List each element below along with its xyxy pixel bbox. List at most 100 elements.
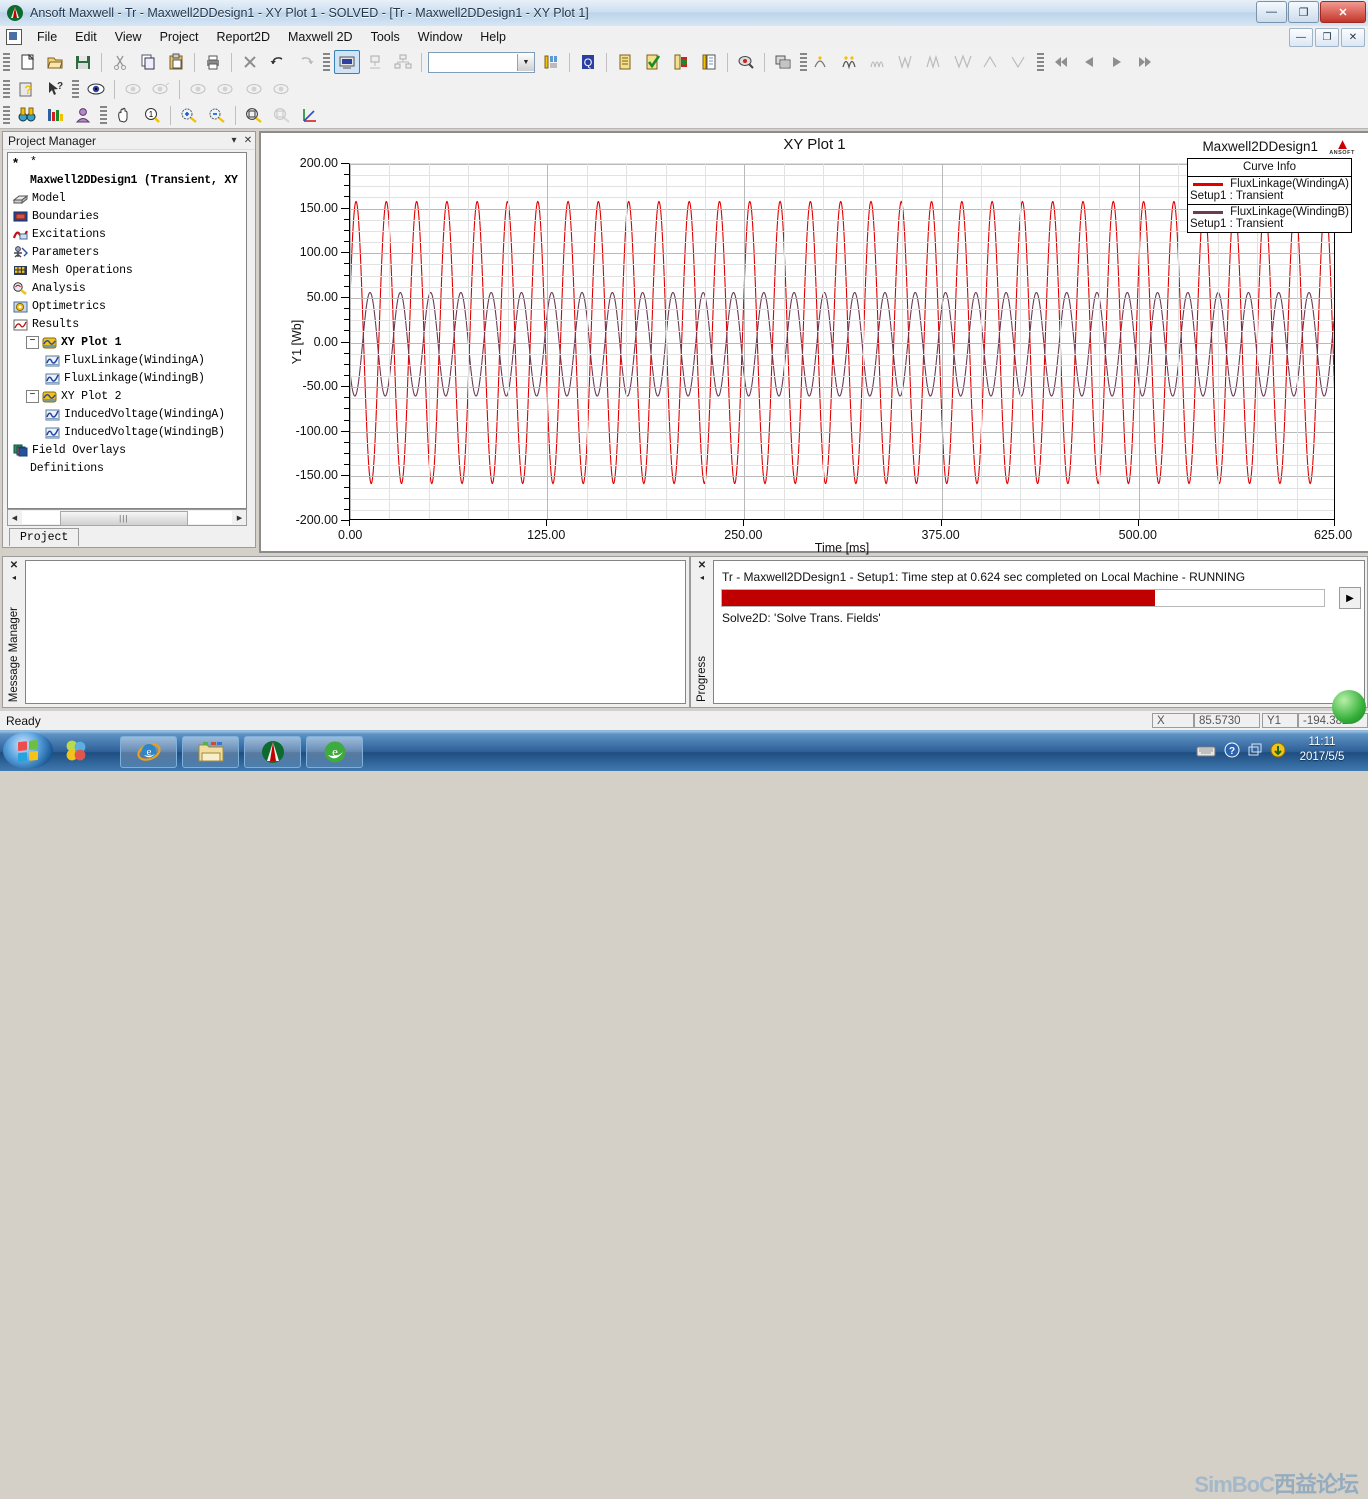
tree-node-9[interactable]: Results: [8, 315, 246, 333]
undo-icon[interactable]: [265, 50, 291, 74]
chevron-down-icon[interactable]: ▾: [227, 135, 241, 146]
menu-edit[interactable]: Edit: [66, 28, 106, 46]
report-icon[interactable]: [696, 50, 722, 74]
copy-icon[interactable]: [135, 50, 161, 74]
menu-window[interactable]: Window: [409, 28, 471, 46]
window-restore-tray-icon[interactable]: [1248, 743, 1262, 760]
collapse-icon[interactable]: ◂: [700, 573, 704, 582]
menu-view[interactable]: View: [106, 28, 151, 46]
binoculars-icon[interactable]: [14, 103, 40, 127]
quick-launch-icon[interactable]: [58, 736, 94, 766]
keyboard-layout-icon[interactable]: [1196, 743, 1216, 760]
tree-node-17[interactable]: Definitions: [8, 459, 246, 477]
close-icon[interactable]: ✕: [241, 135, 255, 146]
menu-maxwell2d[interactable]: Maxwell 2D: [279, 28, 362, 46]
tree-node-5[interactable]: Parameters: [8, 243, 246, 261]
waveform-wide-w-icon[interactable]: [951, 50, 977, 74]
rotate-view-alt-icon[interactable]: [148, 77, 174, 101]
open-folder-icon[interactable]: [42, 50, 68, 74]
toolbar-grip[interactable]: [100, 105, 107, 125]
field-probe-icon[interactable]: [733, 50, 759, 74]
pan-view-icon[interactable]: [185, 77, 211, 101]
color-bars-icon[interactable]: [42, 103, 68, 127]
toolbar-grip[interactable]: [3, 52, 10, 72]
tree-node-2[interactable]: Model: [8, 189, 246, 207]
rotate-view-icon[interactable]: [120, 77, 146, 101]
waveform-caret-down-icon[interactable]: [1007, 50, 1033, 74]
toolbar-grip[interactable]: [1037, 52, 1044, 72]
zoom-in-icon[interactable]: [176, 103, 202, 127]
mdi-restore-button[interactable]: ❐: [1315, 28, 1339, 47]
waveform-peak-icon[interactable]: [811, 50, 837, 74]
edit-variables-icon[interactable]: [538, 50, 564, 74]
save-icon[interactable]: [70, 50, 96, 74]
toolbar-grip[interactable]: [800, 52, 807, 72]
delete-icon[interactable]: [237, 50, 263, 74]
play-icon[interactable]: [1104, 50, 1130, 74]
tree-node-14[interactable]: InducedVoltage(WindingA): [8, 405, 246, 423]
new-file-icon[interactable]: [14, 50, 40, 74]
mdi-minimize-button[interactable]: —: [1289, 28, 1313, 47]
step-back-icon[interactable]: [1076, 50, 1102, 74]
dynamic-rotate-icon[interactable]: [213, 77, 239, 101]
print-icon[interactable]: [200, 50, 226, 74]
message-list[interactable]: [25, 560, 686, 704]
skip-forward-icon[interactable]: [1132, 50, 1158, 74]
fit-view-icon[interactable]: [269, 77, 295, 101]
project-tab[interactable]: Project: [9, 528, 80, 546]
collapse-icon[interactable]: ◂: [12, 573, 16, 582]
redo-icon[interactable]: [293, 50, 319, 74]
tree-node-0[interactable]: * *: [8, 153, 246, 171]
validate-icon[interactable]: [640, 50, 666, 74]
tree-node-10[interactable]: − XY Plot 1: [8, 333, 246, 351]
remote-machine-icon[interactable]: [362, 50, 388, 74]
scroll-left-arrow-icon[interactable]: ◀: [8, 511, 21, 524]
tree-node-8[interactable]: Optimetrics: [8, 297, 246, 315]
measure-icon[interactable]: 1: [139, 103, 165, 127]
tree-node-7[interactable]: Analysis: [8, 279, 246, 297]
person-icon[interactable]: [70, 103, 96, 127]
fit-selection-icon[interactable]: [269, 103, 295, 127]
fit-all-icon[interactable]: [241, 103, 267, 127]
taskbar-app-file-explorer[interactable]: [182, 736, 239, 768]
scroll-right-arrow-icon[interactable]: ▶: [233, 511, 246, 524]
chevron-down-icon[interactable]: ▼: [517, 53, 534, 71]
waveform-m-icon[interactable]: [923, 50, 949, 74]
skip-back-icon[interactable]: [1048, 50, 1074, 74]
taskbar-clock[interactable]: 11:11 2017/5/5: [1290, 735, 1354, 765]
results-table-icon[interactable]: [770, 50, 796, 74]
update-tray-icon[interactable]: [1270, 742, 1286, 761]
pan-hand-icon[interactable]: [111, 103, 137, 127]
window-close-button[interactable]: ✕: [1320, 1, 1366, 23]
waveform-double-peak-icon[interactable]: [839, 50, 865, 74]
tree-node-15[interactable]: InducedVoltage(WindingB): [8, 423, 246, 441]
view-eye-icon[interactable]: [83, 77, 109, 101]
menu-file[interactable]: File: [28, 28, 66, 46]
tree-node-6[interactable]: Mesh Operations: [8, 261, 246, 279]
paste-icon[interactable]: [163, 50, 189, 74]
tree-node-1[interactable]: Maxwell2DDesign1 (Transient, XY: [8, 171, 246, 189]
validation-check-icon[interactable]: Q: [575, 50, 601, 74]
distributed-machines-icon[interactable]: [390, 50, 416, 74]
cut-icon[interactable]: [107, 50, 133, 74]
scrollbar-track[interactable]: |||: [22, 511, 232, 526]
taskbar-app-ansoft-maxwell[interactable]: [244, 736, 301, 768]
toolbar-grip[interactable]: [3, 79, 10, 99]
waveform-multi-icon[interactable]: [867, 50, 893, 74]
toolbar-grip[interactable]: [323, 52, 330, 72]
help-tray-icon[interactable]: ?: [1224, 742, 1240, 761]
taskbar-app-edge-browser[interactable]: e: [306, 736, 363, 768]
window-minimize-button[interactable]: —: [1256, 1, 1287, 23]
coordinate-axes-icon[interactable]: [297, 103, 323, 127]
project-tree-hscrollbar[interactable]: ◀ ||| ▶: [7, 509, 247, 526]
tree-node-4[interactable]: Excitations: [8, 225, 246, 243]
tree-node-13[interactable]: − XY Plot 2: [8, 387, 246, 405]
help-topics-icon[interactable]: ?: [14, 77, 40, 101]
toolbar-grip[interactable]: [3, 105, 10, 125]
menu-project[interactable]: Project: [151, 28, 208, 46]
analyze-all-icon[interactable]: [668, 50, 694, 74]
menu-help[interactable]: Help: [471, 28, 515, 46]
menu-report2d[interactable]: Report2D: [207, 28, 279, 46]
tree-node-12[interactable]: FluxLinkage(WindingB): [8, 369, 246, 387]
tree-expander-icon[interactable]: −: [26, 335, 39, 349]
